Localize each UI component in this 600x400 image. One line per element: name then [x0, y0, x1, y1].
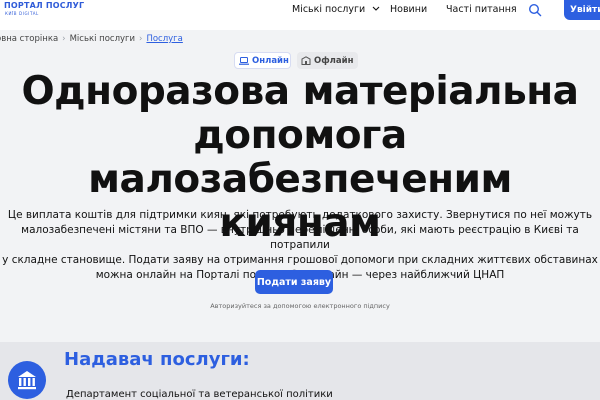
building-icon [301, 56, 311, 65]
breadcrumb: овна сторінка › Міські послуги › Послуга [0, 34, 183, 44]
description-line: малозабезпечені містяни та ВПО — внутріш… [21, 224, 579, 251]
logo-subtitle: КИЇВ DIGITAL [5, 11, 39, 16]
breadcrumb-separator: › [139, 34, 143, 44]
description-line: Це виплата коштів для підтримки киян, як… [7, 209, 593, 221]
breadcrumb-home[interactable]: овна сторінка [0, 34, 58, 44]
nav-city-services[interactable]: Міські послуги [292, 4, 380, 15]
description-line: у складне становище. Подати заяву на отр… [2, 254, 598, 266]
provider-name[interactable]: Департамент соціальної та ветеранської п… [66, 389, 333, 400]
chevron-down-icon [372, 6, 380, 11]
site-header: ПОРТАЛ ПОСЛУГ КИЇВ DIGITAL Міські послуг… [0, 0, 600, 30]
provider-icon [8, 361, 46, 399]
mode-online-label: Онлайн [252, 55, 289, 66]
page-title-line: допомога малозабезпеченим [88, 113, 512, 202]
breadcrumb-separator: › [62, 34, 66, 44]
mode-offline-label: Офлайн [314, 55, 354, 66]
auth-note: Авторизуйтеся за допомогою електронного … [210, 302, 390, 310]
submit-application-button[interactable]: Подати заяву [255, 270, 333, 294]
breadcrumb-city-services[interactable]: Міські послуги [70, 34, 135, 44]
nav-city-services-label: Міські послуги [292, 4, 366, 15]
page-title-line: Одноразова матеріальна [21, 69, 580, 114]
nav-news[interactable]: Новини [390, 4, 427, 15]
mode-offline-badge: Офлайн [297, 52, 358, 69]
mode-online-badge: Онлайн [234, 52, 291, 69]
search-icon[interactable] [528, 3, 542, 17]
nav-faq[interactable]: Часті питання [446, 4, 517, 15]
login-button[interactable]: Увійти [564, 0, 600, 20]
institution-icon [18, 371, 36, 390]
breadcrumb-current[interactable]: Послуга [146, 34, 182, 44]
logo-title[interactable]: ПОРТАЛ ПОСЛУГ [4, 1, 84, 10]
laptop-icon [239, 56, 249, 65]
provider-title: Надавач послуги: [64, 349, 250, 370]
